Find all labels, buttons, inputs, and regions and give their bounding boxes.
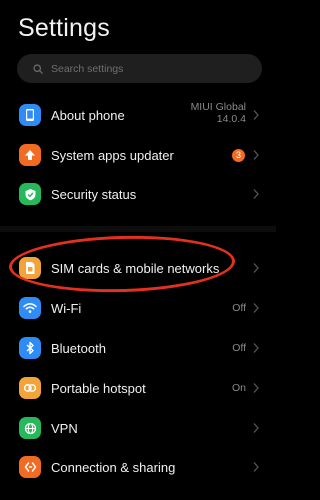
settings-item-label: VPN (51, 420, 78, 436)
miui-version-line1: MIUI Global (190, 101, 246, 113)
chevron-right-icon (253, 303, 259, 313)
section-divider (0, 226, 276, 232)
miui-version-line2: 14.0.4 (216, 113, 246, 125)
chevron-right-icon (253, 110, 259, 120)
upload-arrow-icon (19, 144, 41, 166)
search-icon (33, 63, 43, 74)
settings-item-connection-sharing[interactable]: Connection & sharing (0, 447, 276, 487)
settings-item-wifi[interactable]: Wi-Fi Off (0, 288, 276, 328)
search-input[interactable]: Search settings (17, 54, 262, 83)
hotspot-status-value: On (231, 382, 246, 394)
vpn-globe-icon (19, 417, 41, 439)
chevron-right-icon (253, 383, 259, 393)
bluetooth-icon (19, 337, 41, 359)
hotspot-icon (19, 377, 41, 399)
settings-item-label: Bluetooth (51, 340, 106, 356)
wifi-status-value: Off (232, 302, 246, 314)
search-placeholder: Search settings (51, 62, 124, 75)
settings-item-label: SIM cards & mobile networks (51, 260, 220, 276)
settings-item-label: Connection & sharing (51, 459, 176, 475)
settings-item-vpn[interactable]: VPN (0, 408, 276, 448)
settings-item-label: Security status (51, 186, 137, 202)
settings-item-portable-hotspot[interactable]: Portable hotspot On (0, 368, 276, 408)
chevron-right-icon (253, 462, 259, 472)
wifi-icon (19, 297, 41, 319)
sim-card-icon (19, 257, 41, 279)
chevron-right-icon (253, 150, 259, 160)
settings-item-label: Portable hotspot (51, 380, 146, 396)
settings-item-about-phone[interactable]: About phone MIUI Global 14.0.4 (0, 95, 276, 135)
miui-version-value: MIUI Global 14.0.4 (191, 101, 246, 125)
settings-item-label: Wi-Fi (51, 300, 82, 316)
page-title: Settings (18, 14, 110, 42)
settings-item-label: About phone (51, 107, 125, 123)
update-count-badge: 3 (232, 148, 245, 162)
chevron-right-icon (253, 263, 259, 273)
settings-item-security-status[interactable]: Security status (0, 174, 276, 214)
settings-item-system-apps-updater[interactable]: System apps updater 3 (0, 135, 276, 175)
settings-item-sim-cards[interactable]: SIM cards & mobile networks (0, 248, 276, 288)
shield-check-icon (19, 183, 41, 205)
settings-item-bluetooth[interactable]: Bluetooth Off (0, 328, 276, 368)
chevron-right-icon (253, 189, 259, 199)
bluetooth-status-value: Off (232, 342, 246, 354)
chevron-right-icon (253, 423, 259, 433)
chevron-right-icon (253, 343, 259, 353)
settings-item-label: System apps updater (51, 147, 174, 163)
phone-icon (19, 104, 41, 126)
sharing-icon (19, 456, 41, 478)
